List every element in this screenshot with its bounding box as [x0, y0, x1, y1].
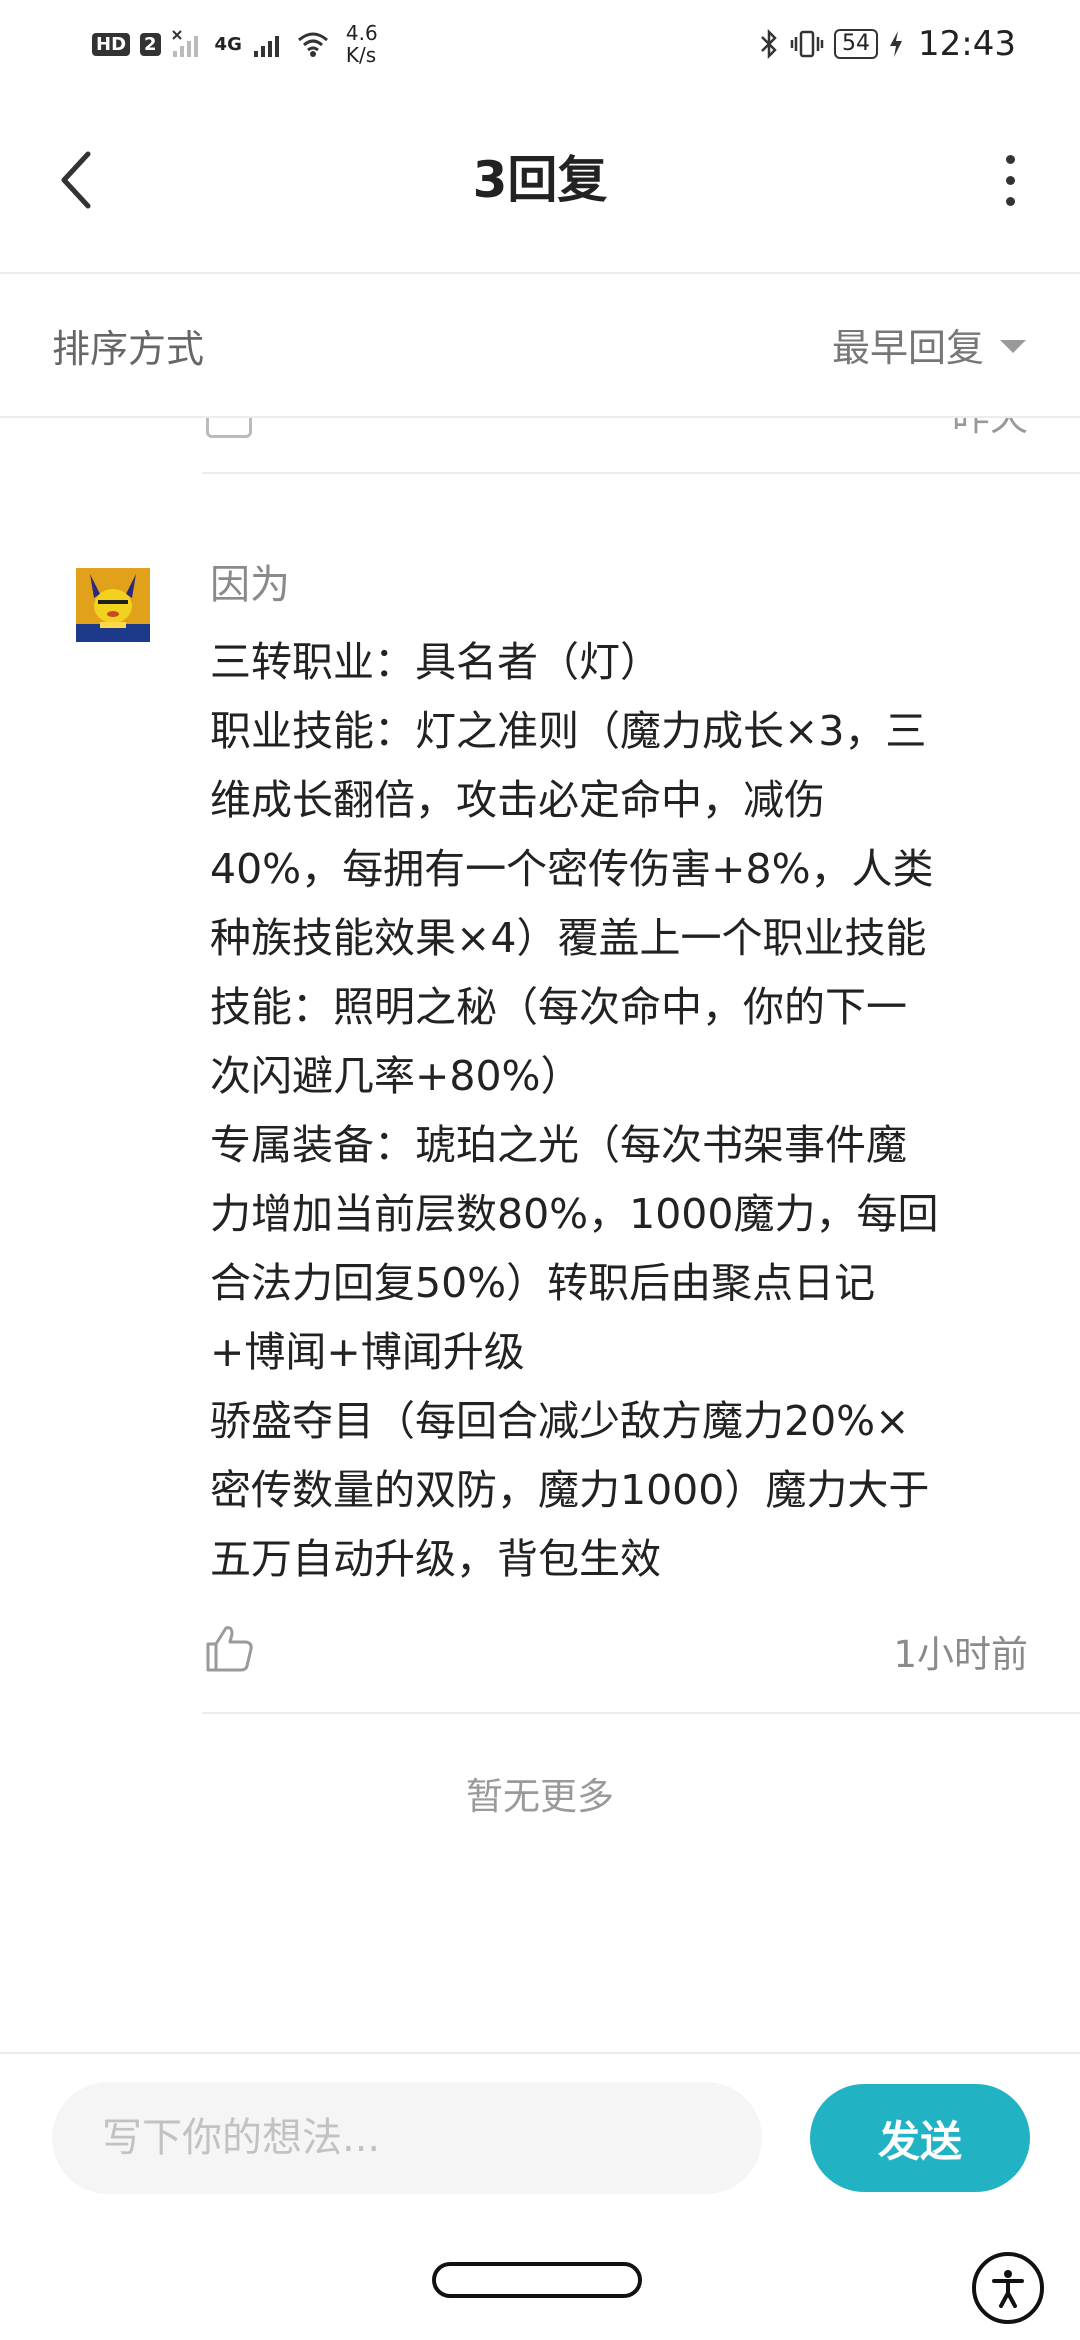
reply-line: 维成长翻倍，攻击必定命中，减伤: [210, 776, 825, 824]
reply-time: 1小时前: [893, 1633, 1028, 1676]
reply-line: 合法力回复50%）转职后由聚点日记: [210, 1259, 876, 1307]
sort-label: 排序方式: [52, 327, 205, 371]
reply-line: 密传数量的双防，魔力1000）魔力大于: [210, 1466, 930, 1514]
status-bar: HD 2 4G 4.6 K/s 54 12:43: [0, 0, 1080, 84]
divider: [202, 1712, 1080, 1714]
like-button[interactable]: [204, 1622, 256, 1674]
comment-input[interactable]: [52, 2082, 762, 2194]
accessibility-icon: [992, 2270, 1024, 2308]
page-title: 3回复: [472, 151, 608, 209]
more-dot-icon: [1005, 175, 1015, 185]
reply-line: 专属装备：琥珀之光（每次书架事件魔: [210, 1121, 907, 1169]
reply-line: +博闻+博闻升级: [210, 1328, 525, 1376]
reply-content: 三转职业：具名者（灯） 职业技能：灯之准则（魔力成长×3，三 维成长翻倍，攻击必…: [210, 628, 1030, 1594]
wifi-icon: [297, 32, 328, 57]
speed-value: 4.6: [345, 21, 378, 45]
network-type-label: 4G: [214, 33, 242, 55]
more-dot-icon: [1005, 154, 1015, 164]
like-icon[interactable]: [206, 416, 252, 438]
sim-badge: 2: [140, 32, 161, 56]
more-dot-icon: [1005, 196, 1015, 206]
no-signal-icon: [171, 30, 198, 57]
sort-selected-value: 最早回复: [831, 325, 984, 370]
battery-indicator: 54: [834, 29, 879, 59]
status-right: 54 12:43: [758, 16, 1016, 72]
charging-icon: [890, 31, 903, 57]
sort-bar: 排序方式 最早回复: [0, 274, 1080, 418]
signal-icon: [253, 36, 279, 57]
hd-badge: HD: [92, 32, 131, 56]
caret-down-icon: [1000, 339, 1026, 353]
speed-unit: K/s: [345, 43, 377, 67]
accessibility-button[interactable]: [972, 2252, 1044, 2324]
reply-line: 次闪避几率+80%）: [210, 1052, 582, 1100]
more-options-button[interactable]: [980, 138, 1040, 222]
reply-line: 力增加当前层数80%，1000魔力，每回: [210, 1190, 939, 1238]
vibrate-icon: [790, 30, 824, 58]
previous-reply-footer: 昨天: [202, 416, 1080, 474]
app-header: 3回复: [0, 84, 1080, 274]
network-speed: 4.6 K/s: [346, 22, 378, 66]
clock: 12:43: [918, 24, 1016, 64]
system-nav-bar: [0, 2224, 1080, 2340]
reply-line: 40%，每拥有一个密传伤害+8%，人类: [210, 845, 934, 893]
sort-order-dropdown[interactable]: 最早回复: [832, 314, 1026, 374]
thumbs-up-icon: [206, 1626, 253, 1672]
no-more-label: 暂无更多: [466, 1775, 614, 1818]
reply-author[interactable]: 因为: [210, 552, 290, 610]
reply-line: 技能：照明之秘（每次命中，你的下一: [210, 983, 907, 1031]
compose-bar: 发送: [0, 2052, 1080, 2226]
avatar[interactable]: [76, 568, 150, 642]
reply-line: 五万自动升级，背包生效: [210, 1535, 661, 1583]
send-button[interactable]: 发送: [810, 2084, 1030, 2192]
bluetooth-icon: [761, 28, 777, 60]
avatar-image: [76, 568, 150, 642]
reply-line: 骄盛夺目（每回合减少敌方魔力20%×: [210, 1397, 910, 1445]
reply-line: 职业技能：灯之准则（魔力成长×3，三: [210, 707, 927, 755]
reply-line: 三转职业：具名者（灯）: [210, 638, 661, 686]
previous-reply-time: 昨天: [951, 416, 1028, 439]
home-gesture-bar[interactable]: [432, 2262, 642, 2298]
reply-line: 种族技能效果×4）覆盖上一个职业技能: [210, 914, 927, 962]
status-left: HD 2 4G 4.6 K/s: [92, 16, 378, 72]
